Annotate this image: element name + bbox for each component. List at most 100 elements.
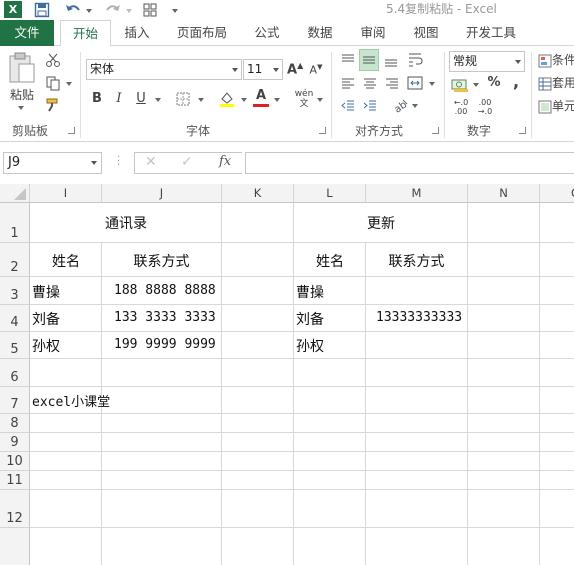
orientation-icon[interactable]: ab [391,96,410,115]
tab-insert[interactable]: 插入 [117,20,157,46]
decrease-font-size-icon[interactable]: A▼ [308,63,324,77]
cell-i2[interactable]: 姓名 [31,251,101,271]
font-color-dropdown-icon[interactable] [274,98,280,102]
row-header-2[interactable]: 2 [0,243,30,277]
clipboard-launcher-icon[interactable] [68,127,75,134]
bold-button[interactable]: B [90,91,104,106]
font-launcher-icon[interactable] [319,127,326,134]
underline-dropdown-icon[interactable] [155,98,161,102]
cell-l1[interactable]: 更新 [295,213,467,233]
merge-center-icon[interactable] [406,74,424,92]
number-format-combo[interactable]: 常规 [449,51,525,72]
undo-icon[interactable] [64,0,82,20]
grip-icon[interactable]: · · · [117,153,120,171]
cell-m2[interactable]: 联系方式 [366,251,467,271]
cell-j4[interactable]: 133 3333 3333 [114,310,216,325]
align-right-icon[interactable] [383,76,401,92]
comma-button[interactable]: , [508,72,524,91]
copy-dropdown-icon[interactable] [66,82,72,86]
cell-j2[interactable]: 联系方式 [102,251,221,271]
column-header-j[interactable]: J [102,184,222,203]
tab-data[interactable]: 数据 [300,20,340,46]
format-painter-icon[interactable] [44,97,62,113]
cut-icon[interactable] [44,52,62,68]
align-top-icon[interactable] [339,52,357,68]
row-header-11[interactable]: 11 [0,471,30,490]
column-header-l[interactable]: L [294,184,366,203]
cell-styles-button[interactable]: 单元 [538,97,574,115]
tab-page-layout[interactable]: 页面布局 [172,20,232,46]
cancel-icon[interactable]: ✕ [145,154,157,170]
redo-icon[interactable] [104,0,122,20]
merge-dropdown-icon[interactable] [429,82,435,86]
redo-dropdown-icon[interactable] [126,9,132,13]
italic-button[interactable]: I [112,91,126,106]
tab-home[interactable]: 开始 [60,20,111,47]
wrap-text-icon[interactable] [406,51,426,69]
cell-l4[interactable]: 刘备 [296,309,324,329]
paste-icon[interactable] [6,52,38,86]
underline-button[interactable]: U [134,91,148,106]
decrease-decimal-icon[interactable]: .00 →.0 [474,98,496,116]
qat-dropdown-icon[interactable] [172,9,178,13]
accounting-format-icon[interactable] [450,76,470,94]
insert-function-icon[interactable]: fx [219,154,231,169]
percent-button[interactable]: % [486,75,502,90]
name-box[interactable]: J9 [3,152,102,174]
align-bottom-icon[interactable] [382,52,400,68]
cell-i5[interactable]: 孙权 [32,336,60,356]
copy-icon[interactable] [44,75,62,91]
row-header-10[interactable]: 10 [0,452,30,471]
column-header-m[interactable]: M [366,184,468,203]
conditional-formatting-button[interactable]: 条件 [538,51,574,69]
alignment-launcher-icon[interactable] [432,127,439,134]
cell-i7[interactable]: excel小课堂 [32,391,110,410]
cell-l5[interactable]: 孙权 [296,336,324,356]
align-center-icon[interactable] [361,76,379,92]
fill-color-icon[interactable] [218,90,236,108]
cell-j5[interactable]: 199 9999 9999 [114,337,216,352]
cell-l2[interactable]: 姓名 [295,251,365,271]
phonetic-button[interactable]: wén 文 [294,89,314,109]
increase-indent-icon[interactable] [361,98,379,114]
row-header-5[interactable]: 5 [0,332,30,359]
accounting-dropdown-icon[interactable] [473,83,479,87]
cell-i4[interactable]: 刘备 [32,309,60,329]
tab-developer[interactable]: 开发工具 [460,20,522,46]
paste-dropdown-icon[interactable] [18,106,24,110]
orientation-dropdown-icon[interactable] [412,104,418,108]
cell-i1[interactable]: 通讯录 [31,213,221,233]
font-color-button[interactable]: A [253,88,269,107]
tab-file[interactable]: 文件 [0,20,54,46]
row-header-6[interactable]: 6 [0,359,30,387]
font-size-combo[interactable]: 11 [243,59,283,80]
row-header-8[interactable]: 8 [0,414,30,433]
align-middle-icon[interactable] [359,49,379,71]
formula-input[interactable] [245,152,574,174]
tab-formulas[interactable]: 公式 [247,20,287,46]
row-header-9[interactable]: 9 [0,433,30,452]
paste-button[interactable]: 粘贴 [6,86,38,103]
border-dropdown-icon[interactable] [198,98,204,102]
column-header-o[interactable]: O [540,184,574,203]
select-all-corner[interactable] [0,184,30,203]
font-name-combo[interactable]: 宋体 [86,59,242,80]
fill-color-dropdown-icon[interactable] [241,98,247,102]
column-header-i[interactable]: I [30,184,102,203]
format-as-table-button[interactable]: 套用 [538,74,574,92]
enter-icon[interactable]: ✓ [181,154,193,170]
row-header-7[interactable]: 7 [0,387,30,414]
increase-font-size-icon[interactable]: A▲ [287,61,303,77]
align-left-icon[interactable] [339,76,357,92]
row-header-13[interactable] [0,528,30,565]
row-header-4[interactable]: 4 [0,305,30,332]
cell-i3[interactable]: 曹操 [32,282,60,302]
tab-review[interactable]: 审阅 [353,20,393,46]
tab-view[interactable]: 视图 [406,20,446,46]
number-launcher-icon[interactable] [519,127,526,134]
row-header-3[interactable]: 3 [0,277,30,305]
cell-j3[interactable]: 188 8888 8888 [114,283,216,298]
column-header-n[interactable]: N [468,184,540,203]
row-header-12[interactable]: 12 [0,490,30,528]
phonetic-dropdown-icon[interactable] [317,98,323,102]
